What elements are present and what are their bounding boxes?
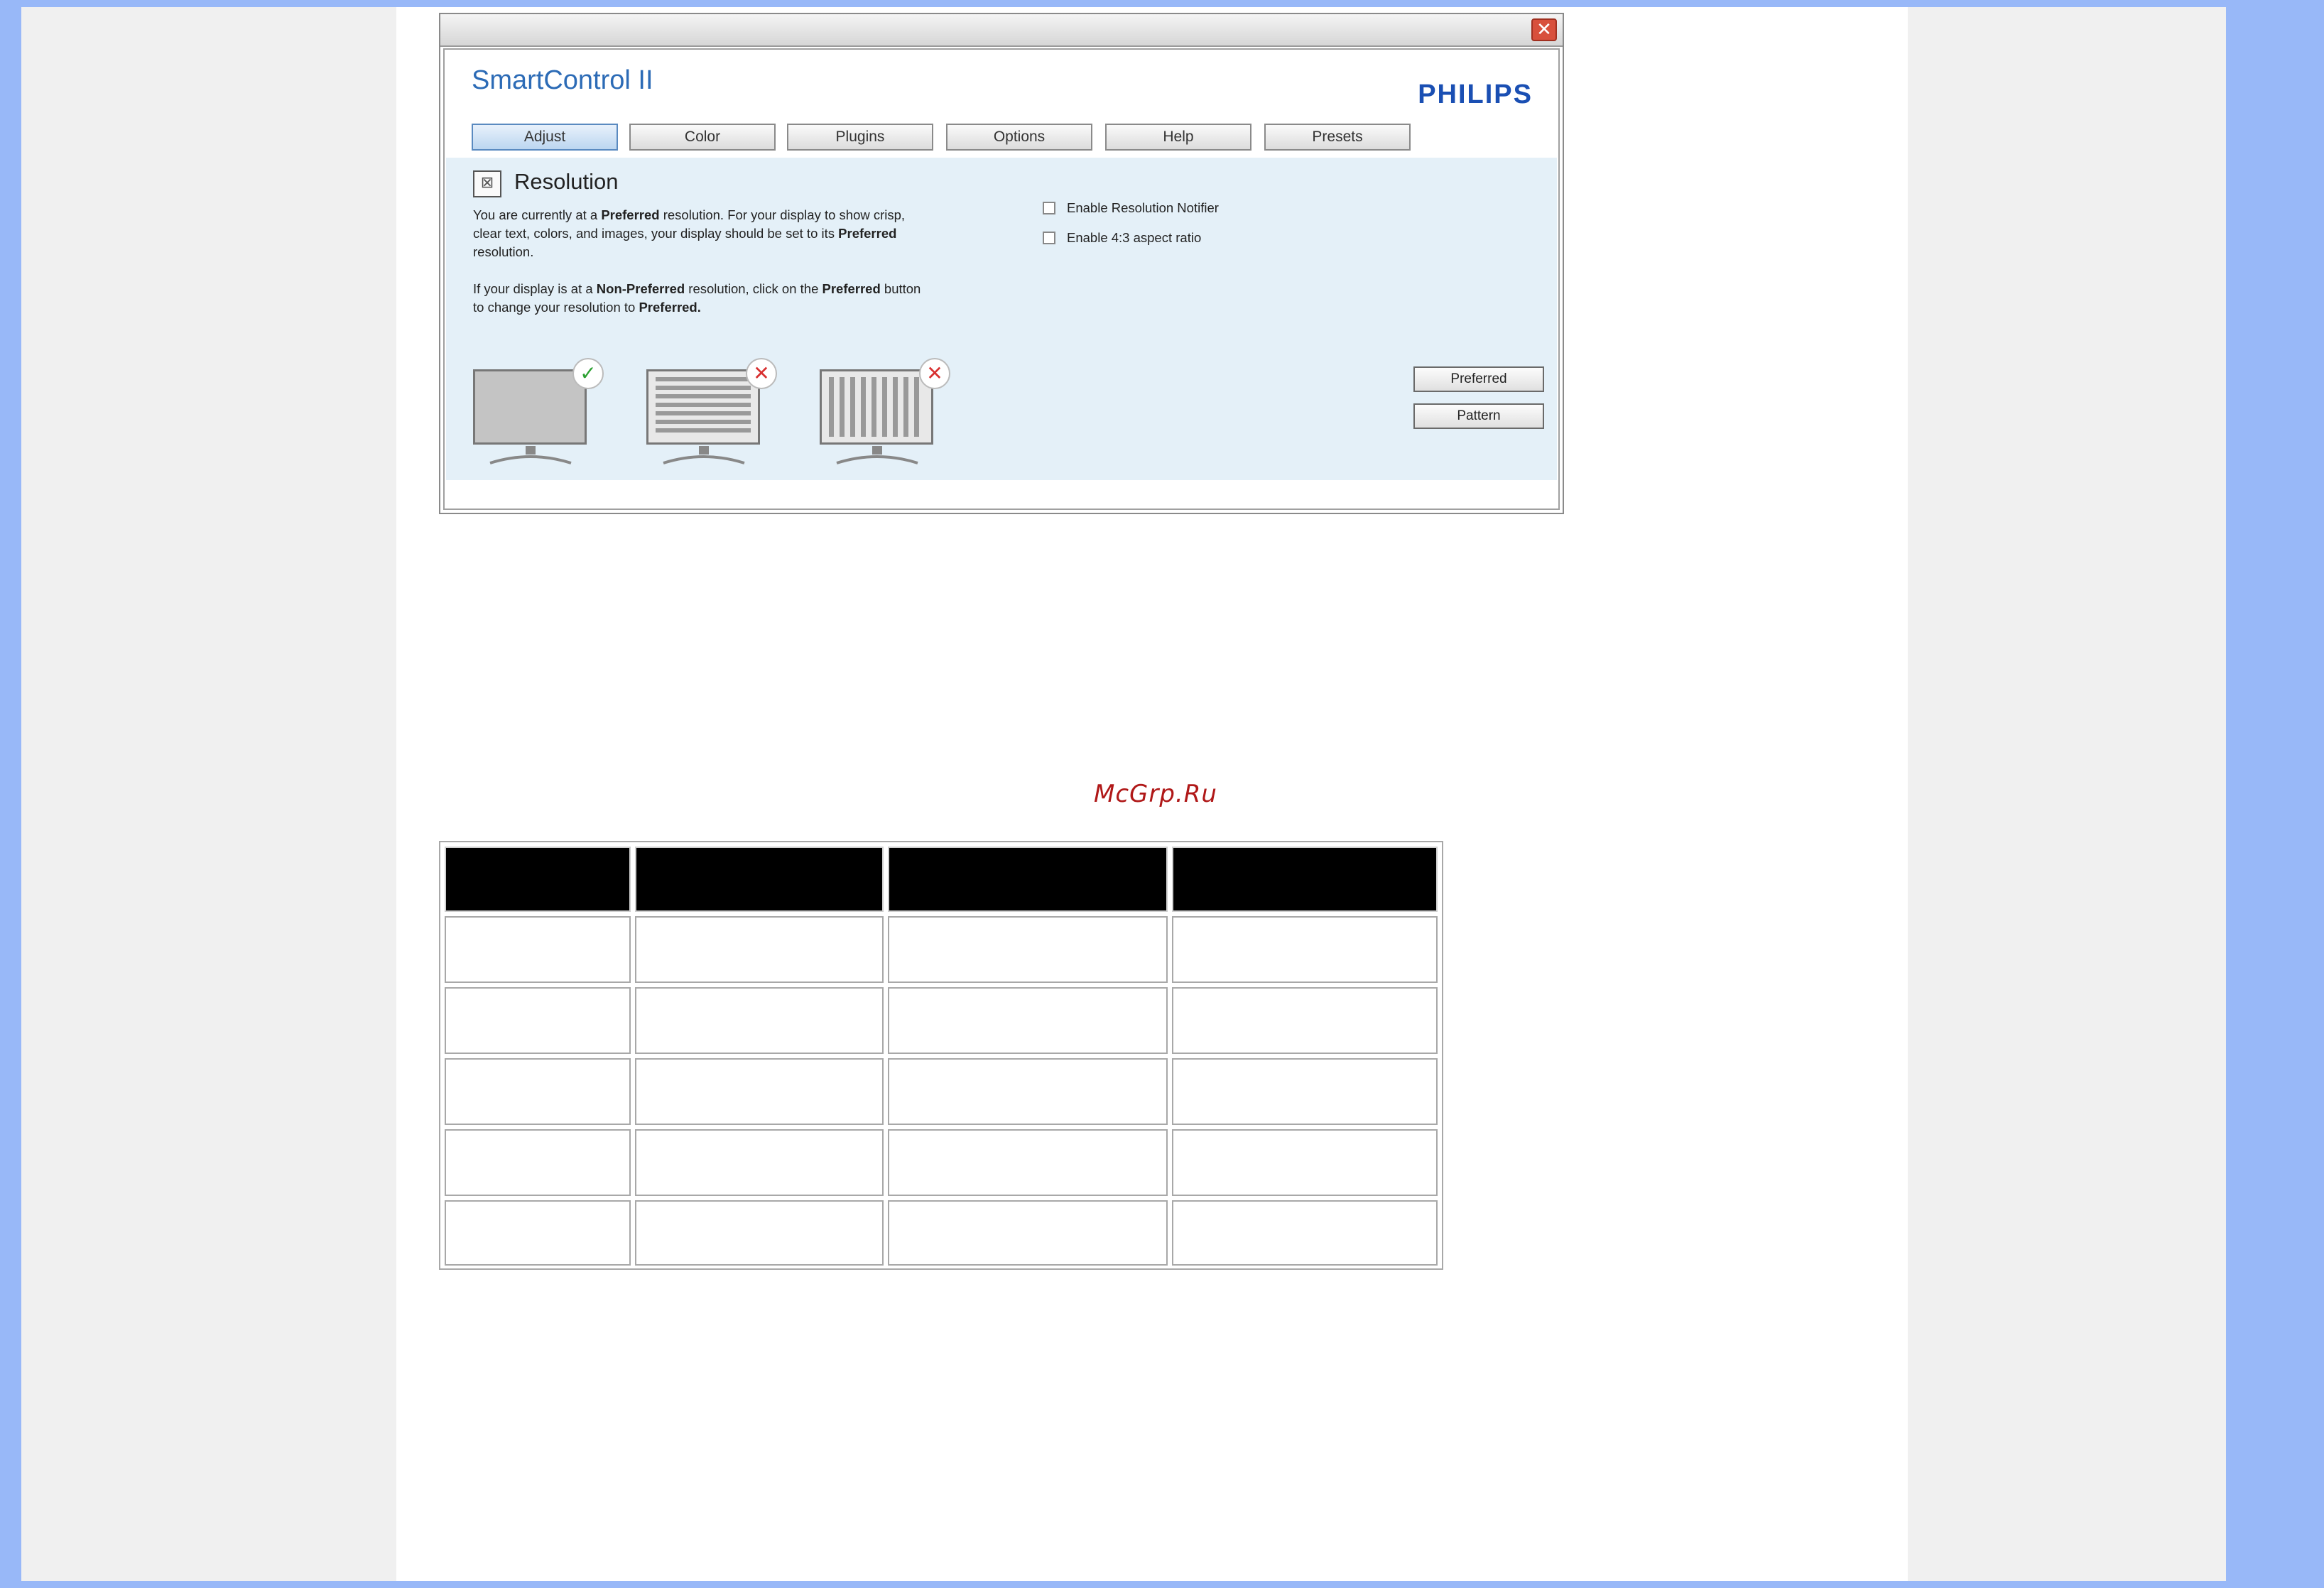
table-header-cell: [635, 847, 884, 912]
table-cell: [445, 1058, 631, 1125]
right-margin-strip: [2226, 0, 2324, 1588]
table-cell: [445, 987, 631, 1054]
table-cell: [888, 916, 1168, 983]
check-icon: ✓: [572, 358, 604, 389]
table-cell: [445, 916, 631, 983]
window-titlebar: ✕: [440, 14, 1563, 47]
table-cell: [1172, 987, 1438, 1054]
table-cell: [888, 1200, 1168, 1266]
resolution-panel: ⊠ Resolution You are currently at a Pref…: [446, 158, 1557, 480]
table-cell: [635, 916, 884, 983]
tab-plugins[interactable]: Plugins: [787, 124, 933, 151]
monitor-stand-icon: [663, 446, 745, 464]
monitor-horizontal-lines-icon: ✕: [646, 358, 777, 466]
monitor-preferred-icon: ✓: [473, 358, 604, 466]
tab-adjust[interactable]: Adjust: [472, 124, 618, 151]
table-header-cell: [445, 847, 631, 912]
x-icon: ✕: [919, 358, 950, 389]
preferred-button[interactable]: Preferred: [1413, 366, 1544, 392]
resolution-notifier-label: Enable Resolution Notifier: [1067, 200, 1219, 215]
table-header-cell: [1172, 847, 1438, 912]
tab-options[interactable]: Options: [946, 124, 1092, 151]
smartcontrol-window: ✕ SmartControl II PHILIPS Adjust Color P…: [439, 13, 1564, 514]
table-cell: [1172, 1129, 1438, 1196]
aspect-ratio-checkbox[interactable]: [1043, 232, 1055, 244]
watermark: McGrp.Ru: [1094, 780, 1217, 808]
philips-logo: PHILIPS: [1418, 80, 1533, 109]
table-cell: [888, 987, 1168, 1054]
tab-color[interactable]: Color: [629, 124, 776, 151]
monitor-stand-icon: [489, 446, 572, 464]
data-table: [439, 841, 1443, 1270]
tab-help[interactable]: Help: [1105, 124, 1251, 151]
section-title: Resolution: [514, 169, 619, 194]
tab-presets[interactable]: Presets: [1264, 124, 1411, 151]
app-title: SmartControl II: [472, 65, 653, 95]
vertical-lines-screen: [820, 369, 933, 445]
x-icon: ✕: [746, 358, 777, 389]
resolution-icon: ⊠: [473, 170, 501, 197]
monitor-vertical-lines-icon: ✕: [820, 358, 950, 466]
table-cell: [1172, 1200, 1438, 1266]
close-button[interactable]: ✕: [1531, 18, 1557, 41]
horizontal-lines-screen: [646, 369, 760, 445]
table-cell: [1172, 916, 1438, 983]
table-cell: [635, 1058, 884, 1125]
table-header-cell: [888, 847, 1168, 912]
resolution-notifier-checkbox[interactable]: [1043, 202, 1055, 214]
pattern-button[interactable]: Pattern: [1413, 403, 1544, 429]
aspect-ratio-label: Enable 4:3 aspect ratio: [1067, 230, 1202, 245]
window-body: SmartControl II PHILIPS Adjust Color Plu…: [443, 48, 1560, 510]
non-preferred-instructions: If your display is at a Non-Preferred re…: [473, 281, 921, 315]
monitor-stand-icon: [836, 446, 918, 464]
close-icon: ✕: [1536, 19, 1552, 40]
table-cell: [888, 1058, 1168, 1125]
resolution-description: You are currently at a Preferred resolut…: [473, 207, 906, 259]
table-cell: [635, 1200, 884, 1266]
table-cell: [445, 1200, 631, 1266]
table-cell: [1172, 1058, 1438, 1125]
table-cell: [445, 1129, 631, 1196]
table-cell: [888, 1129, 1168, 1196]
table-cell: [635, 987, 884, 1054]
table-cell: [635, 1129, 884, 1196]
monitor-screen: [473, 369, 587, 445]
